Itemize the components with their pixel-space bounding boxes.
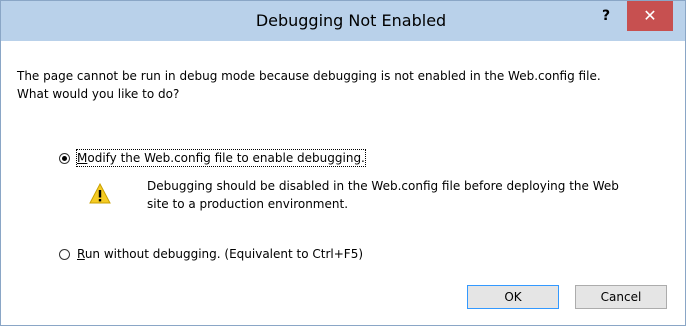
- message-line-2: What would you like to do?: [17, 87, 180, 101]
- modify-config-radio[interactable]: [59, 153, 70, 164]
- modify-label-text: odify the Web.config file to enable debu…: [87, 151, 365, 165]
- message-text: The page cannot be run in debug mode bec…: [17, 67, 677, 103]
- warning-text: Debugging should be disabled in the Web.…: [147, 177, 667, 213]
- modify-config-label[interactable]: Modify the Web.config file to enable deb…: [76, 149, 366, 167]
- message-line-1: The page cannot be run in debug mode bec…: [17, 69, 601, 83]
- dialog-window: Debugging Not Enabled ? ✕ The page canno…: [0, 0, 686, 326]
- warning-line-1: Debugging should be disabled in the Web.…: [147, 179, 619, 193]
- close-button[interactable]: ✕: [627, 1, 673, 31]
- run-label-text: un without debugging. (Equivalent to Ctr…: [84, 247, 364, 261]
- run-without-debugging-radio[interactable]: [59, 249, 70, 260]
- run-without-debugging-label[interactable]: Run without debugging. (Equivalent to Ct…: [77, 246, 363, 262]
- modify-accelerator: M: [77, 151, 88, 165]
- warning-icon: [89, 183, 111, 204]
- run-accelerator: R: [77, 247, 85, 261]
- warning-line-2: site to a production environment.: [147, 197, 349, 211]
- ok-button[interactable]: OK: [467, 285, 559, 309]
- close-icon: ✕: [643, 6, 657, 25]
- dialog-body: The page cannot be run in debug mode bec…: [1, 41, 685, 325]
- cancel-button[interactable]: Cancel: [575, 285, 667, 309]
- dialog-title: Debugging Not Enabled: [255, 11, 447, 30]
- title-bar[interactable]: Debugging Not Enabled ? ✕: [1, 1, 685, 41]
- help-icon: ?: [601, 8, 611, 24]
- help-button[interactable]: ?: [589, 3, 623, 29]
